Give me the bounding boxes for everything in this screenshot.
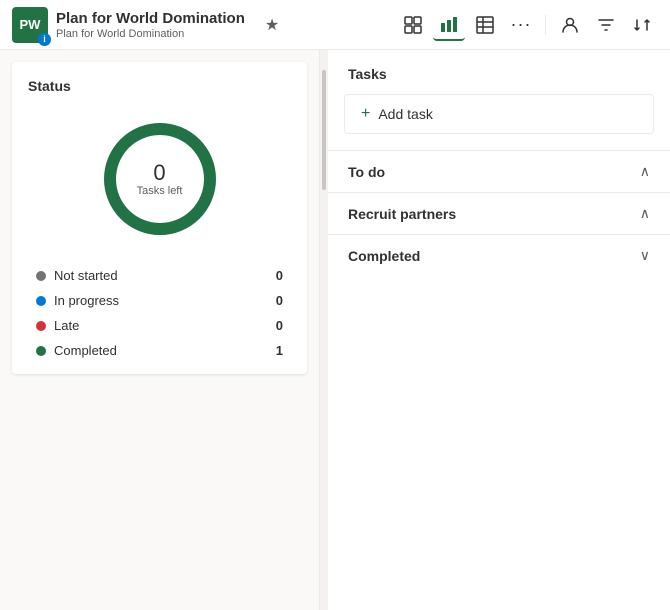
chevron-up-icon: ∧ [640,205,650,222]
header-title-area: Plan for World Domination Plan for World… [56,10,245,40]
grid-view-button[interactable] [397,9,429,41]
section-name: Recruit partners [348,206,456,222]
legend: Not started 0 In progress 0 Late 0 Compl… [28,268,291,358]
header-toolbar: ··· [397,9,658,41]
legend-name: Late [54,318,259,333]
table-view-button[interactable] [469,9,501,41]
more-button[interactable]: ··· [505,9,537,41]
add-task-button[interactable]: + Add task [344,94,654,134]
donut-center: 0 Tasks left [137,161,183,197]
status-card: Status 0 Tasks left [12,62,307,374]
scroll-thumb [322,70,326,190]
chevron-up-icon: ∧ [640,163,650,180]
page-title: Plan for World Domination [56,10,245,28]
legend-item: Completed 1 [36,343,283,358]
add-task-label: Add task [378,106,432,122]
legend-name: In progress [54,293,259,308]
legend-dot [36,296,46,306]
page-subtitle: Plan for World Domination [56,28,245,40]
legend-count: 0 [267,268,283,283]
donut-chart: 0 Tasks left [28,114,291,244]
section-name: Completed [348,248,420,264]
header: PW i Plan for World Domination Plan for … [0,0,670,50]
legend-dot [36,321,46,331]
legend-name: Not started [54,268,259,283]
legend-count: 0 [267,293,283,308]
star-icon[interactable]: ★ [265,15,279,35]
legend-count: 0 [267,318,283,333]
legend-item: Not started 0 [36,268,283,283]
sort-button[interactable] [626,9,658,41]
status-panel: Status 0 Tasks left [0,50,320,610]
legend-item: Late 0 [36,318,283,333]
separator [545,15,546,35]
chevron-down-icon: ∨ [640,247,650,264]
legend-item: In progress 0 [36,293,283,308]
status-title: Status [28,78,291,94]
plus-icon: + [361,105,370,123]
tasks-left-count: 0 [137,161,183,185]
section-name: To do [348,164,385,180]
legend-dot [36,346,46,356]
section-row-recruit-partners[interactable]: Recruit partners ∧ [328,192,670,234]
section-row-to-do[interactable]: To do ∧ [328,150,670,192]
avatar: PW i [12,7,48,43]
tasks-header: Tasks [328,50,670,94]
tasks-left-label: Tasks left [137,185,183,197]
people-button[interactable] [554,9,586,41]
main: Status 0 Tasks left [0,50,670,610]
tasks-panel: Tasks + Add task To do ∧ Recruit partner… [328,50,670,610]
legend-dot [36,271,46,281]
legend-name: Completed [54,343,259,358]
sections-container: To do ∧ Recruit partners ∧ Completed ∨ [328,150,670,276]
chart-view-button[interactable] [433,9,465,41]
section-row-completed[interactable]: Completed ∨ [328,234,670,276]
filter-button[interactable] [590,9,622,41]
info-icon: i [38,33,51,46]
legend-count: 1 [267,343,283,358]
scroll-divider [320,50,328,610]
